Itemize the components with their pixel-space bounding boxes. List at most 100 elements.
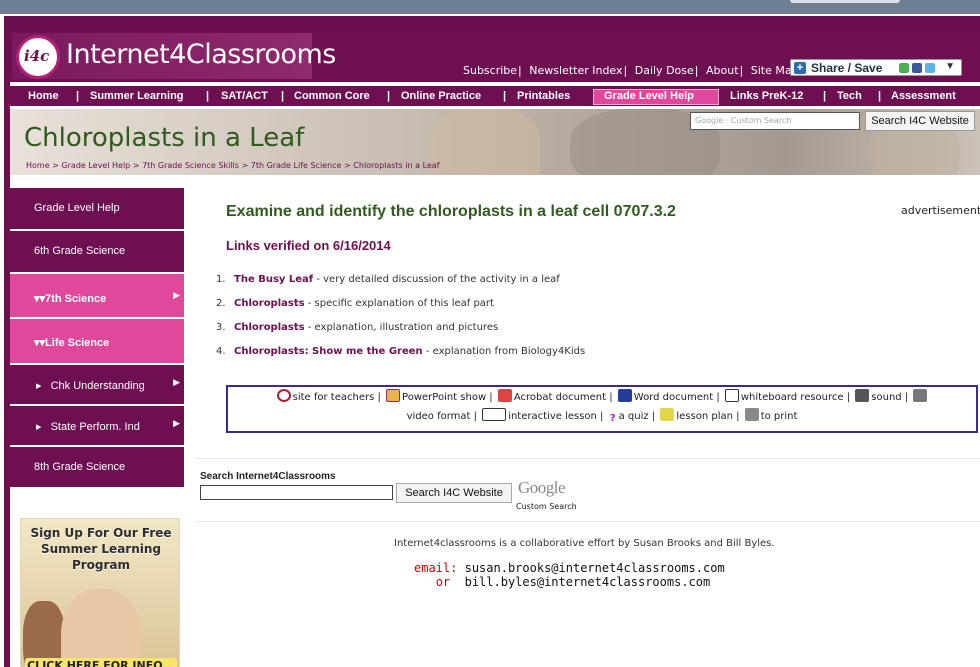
nav-online-practice[interactable]: Online Practice bbox=[401, 90, 481, 102]
breadcrumb-home[interactable]: Home bbox=[26, 161, 50, 170]
breadcrumb-current: Chloroplasts in a Leaf bbox=[353, 161, 440, 170]
video-icon bbox=[913, 389, 928, 402]
top-link-newsletter-index[interactable]: Newsletter Index bbox=[529, 64, 622, 77]
resource-link-the-busy-leaf[interactable]: The Busy Leaf bbox=[234, 274, 313, 285]
or-label: or bbox=[435, 575, 451, 589]
nav-common-core[interactable]: Common Core bbox=[294, 90, 370, 102]
list-item: 3. Chloroplasts - explanation, illustrati… bbox=[216, 322, 499, 333]
search-button[interactable]: Search I4C Website bbox=[396, 483, 512, 503]
top-search-input[interactable]: Google · Custom Search bbox=[690, 112, 860, 130]
site-logo[interactable]: i4c Internet4Classrooms bbox=[12, 33, 336, 79]
credit-text: Internet4classrooms is a collaborative e… bbox=[394, 538, 775, 549]
resource-list: 1. The Busy Leaf - very detailed discussi… bbox=[216, 274, 585, 370]
nav-home[interactable]: Home bbox=[28, 90, 59, 102]
chevron-right-icon: ▶ bbox=[173, 377, 180, 387]
printer-icon bbox=[744, 408, 759, 421]
sidebar-item-label: 6th Grade Science bbox=[34, 245, 126, 257]
google-label: Google bbox=[695, 116, 724, 125]
content-heading: Examine and identify the chloroplasts in… bbox=[226, 203, 676, 220]
breadcrumb: Home > Grade Level Help > 7th Grade Scie… bbox=[26, 161, 440, 170]
nav-tech[interactable]: Tech bbox=[837, 90, 862, 102]
email-susan-link[interactable]: susan.brooks@internet4classrooms.com bbox=[465, 561, 725, 575]
nav-summer-learning[interactable]: Summer Learning bbox=[90, 90, 184, 102]
nav-assessment[interactable]: Assessment bbox=[891, 90, 956, 102]
sidebar-item-6th-grade-science[interactable]: 6th Grade Science bbox=[10, 231, 184, 274]
page-frame: i4c Internet4Classrooms Subscribe| Newsl… bbox=[4, 16, 980, 667]
search-input[interactable] bbox=[200, 485, 393, 500]
sidebar-item-label: Grade Level Help bbox=[34, 202, 120, 214]
page-title: Chloroplasts in a Leaf bbox=[24, 123, 305, 153]
divider bbox=[196, 458, 980, 459]
twitter-icon bbox=[925, 63, 935, 73]
sound-icon bbox=[855, 389, 870, 402]
interactive-icon bbox=[482, 408, 507, 421]
list-item: 1. The Busy Leaf - very detailed discussi… bbox=[216, 274, 560, 285]
top-link-daily-dose[interactable]: Daily Dose bbox=[635, 64, 694, 77]
promo-cta: CLICK HERE FOR INFO... bbox=[25, 658, 177, 667]
logo-text: Internet4Classrooms bbox=[66, 39, 336, 70]
sidebar-item-label: 8th Grade Science bbox=[34, 461, 126, 473]
top-pill bbox=[790, 0, 900, 3]
chevron-right-icon: ▶ bbox=[173, 418, 180, 428]
logo-mark-icon: i4c bbox=[16, 35, 60, 79]
list-item: 4. Chloroplasts: Show me the Green - expl… bbox=[216, 346, 586, 357]
page: i4c Internet4Classrooms Subscribe| Newsl… bbox=[10, 30, 980, 667]
advertisement-label: advertisement bbox=[901, 204, 980, 217]
lesson-plan-icon bbox=[660, 408, 675, 421]
summer-learning-promo[interactable]: Sign Up For Our Free Summer Learning Pro… bbox=[20, 518, 180, 667]
plus-icon: + bbox=[794, 62, 806, 74]
sidebar-item-life-science[interactable]: ▾▾Life Science bbox=[10, 319, 184, 365]
word-icon bbox=[617, 389, 632, 402]
promo-photo-girl bbox=[61, 589, 141, 667]
browser-top-band bbox=[0, 0, 980, 14]
sidebar-item-label: ▾▾7th Science bbox=[34, 293, 107, 305]
resource-link-chloroplasts-2[interactable]: Chloroplasts bbox=[234, 322, 305, 333]
nav-printables[interactable]: Printables bbox=[517, 90, 570, 102]
nav-grade-level-help[interactable]: Grade Level Help bbox=[604, 90, 694, 102]
nav-links-prek-12[interactable]: Links PreK-12 bbox=[730, 90, 803, 102]
custom-search-label: Custom Search bbox=[516, 502, 577, 511]
top-link-subscribe[interactable]: Subscribe bbox=[463, 64, 517, 77]
sidebar-item-label: ▸ State Perform. Ind bbox=[36, 421, 140, 433]
google-logo: Google bbox=[518, 478, 566, 497]
promo-headline: Sign Up For Our Free Summer Learning Pro… bbox=[30, 526, 172, 572]
acrobat-icon bbox=[497, 389, 512, 402]
sidebar-item-8th-grade-science[interactable]: 8th Grade Science bbox=[10, 447, 184, 489]
icon-legend: site for teachers | PowerPoint show | Ac… bbox=[226, 385, 978, 433]
banner-photo-1 bbox=[430, 109, 540, 175]
breadcrumb-grade-level-help[interactable]: Grade Level Help bbox=[61, 161, 130, 170]
share-save-button[interactable]: + Share / Save ▼ bbox=[790, 59, 962, 76]
top-search-placeholder: Custom Search bbox=[730, 116, 792, 125]
top-link-about[interactable]: About bbox=[706, 64, 739, 77]
resource-link-chloroplasts-1[interactable]: Chloroplasts bbox=[234, 298, 305, 309]
sidebar-item-label: ▸ Chk Understanding bbox=[36, 380, 145, 392]
sidebar-item-label: ▾▾Life Science bbox=[34, 337, 110, 349]
apple-icon bbox=[276, 389, 291, 402]
sidebar-item-state-perform-ind[interactable]: ▸ State Perform. Ind ▶ bbox=[10, 406, 184, 447]
search-label: Search Internet4Classrooms bbox=[200, 471, 336, 482]
sidebar-item-grade-level-help[interactable]: Grade Level Help bbox=[10, 188, 184, 231]
main-nav: Home | Summer Learning | SAT/ACT | Commo… bbox=[10, 85, 980, 107]
sidebar-item-chk-understanding[interactable]: ▸ Chk Understanding ▶ bbox=[10, 365, 184, 406]
logo-mark-text: i4c bbox=[24, 47, 50, 65]
share-label: Share / Save bbox=[811, 61, 883, 75]
email-label: email: bbox=[414, 561, 458, 575]
links-verified: Links verified on 6/16/2014 bbox=[226, 238, 391, 253]
quiz-icon: ? bbox=[609, 413, 616, 424]
page-banner: Chloroplasts in a Leaf Home > Grade Leve… bbox=[10, 109, 980, 175]
powerpoint-icon bbox=[386, 389, 401, 402]
email-bill-link[interactable]: bill.byles@internet4classrooms.com bbox=[465, 575, 711, 589]
nav-sat-act[interactable]: SAT/ACT bbox=[221, 90, 268, 102]
breadcrumb-7th-grade-life-science[interactable]: 7th Grade Life Science bbox=[251, 161, 342, 170]
breadcrumb-7th-grade-science[interactable]: 7th Grade Science Skills bbox=[142, 161, 239, 170]
facebook-icon bbox=[912, 63, 922, 73]
chevron-down-icon: ▼ bbox=[945, 61, 955, 72]
top-search-button[interactable]: Search I4C Website bbox=[865, 111, 975, 131]
divider bbox=[196, 521, 980, 522]
email-block: email: susan.brooks@internet4classrooms.… bbox=[414, 561, 725, 589]
resource-link-show-me-the-green[interactable]: Chloroplasts: Show me the Green bbox=[234, 346, 423, 357]
site-header: i4c Internet4Classrooms Subscribe| Newsl… bbox=[10, 30, 980, 82]
share-green-icon bbox=[899, 63, 909, 73]
sidebar-item-7th-science[interactable]: ▾▾7th Science ▶ bbox=[10, 274, 184, 319]
top-links: Subscribe| Newsletter Index| Daily Dose|… bbox=[463, 64, 799, 77]
